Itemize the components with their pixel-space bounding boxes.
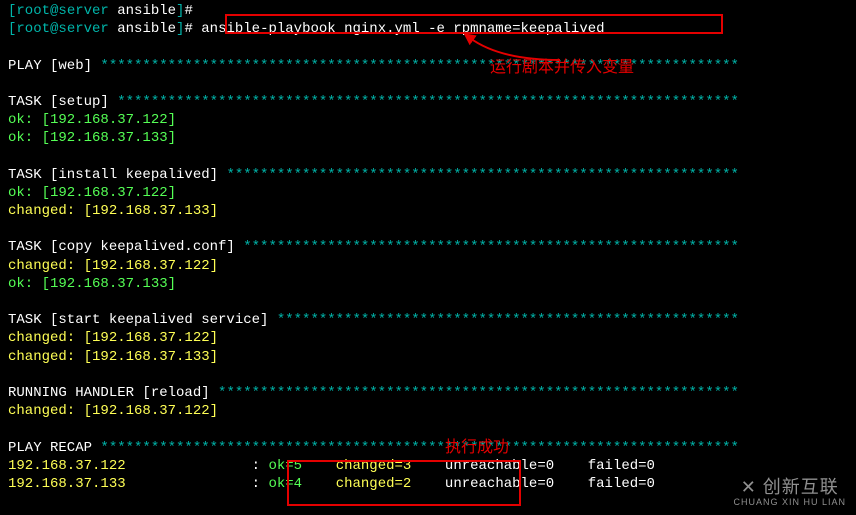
command-text: ansible-playbook nginx.yml -e rpmname=ke… [193,21,605,37]
prompt-hash: # [184,21,192,37]
handler-result-1: changed: [192.168.37.122] [8,402,848,420]
task-setup-result-2: ok: [192.168.37.133] [8,129,848,147]
play-header: PLAY [web] *****************************… [8,57,848,75]
prompt-line-truncated: [root@server ansible]# [8,2,848,20]
task-start-result-2: changed: [192.168.37.133] [8,348,848,366]
watermark-sub: CHUANG XIN HU LIAN [733,497,846,509]
user-host: root@server [16,21,108,37]
task-start-result-1: changed: [192.168.37.122] [8,329,848,347]
task-copy-result-2: ok: [192.168.37.133] [8,275,848,293]
task-install-result-2: changed: [192.168.37.133] [8,202,848,220]
recap-row-2: 192.168.37.133 : ok=4 changed=2 unreacha… [8,475,848,493]
recap-row-1: 192.168.37.122 : ok=5 changed=3 unreacha… [8,457,848,475]
cwd: ansible [117,21,176,37]
task-start-header: TASK [start keepalived service] ********… [8,311,848,329]
task-install-header: TASK [install keepalived] **************… [8,166,848,184]
task-setup-header: TASK [setup] ***************************… [8,93,848,111]
task-setup-result-1: ok: [192.168.37.122] [8,111,848,129]
prompt-line[interactable]: [root@server ansible]# ansible-playbook … [8,20,848,38]
handler-header: RUNNING HANDLER [reload] ***************… [8,384,848,402]
task-copy-result-1: changed: [192.168.37.122] [8,257,848,275]
task-install-result-1: ok: [192.168.37.122] [8,184,848,202]
task-copy-header: TASK [copy keepalived.conf] ************… [8,238,848,256]
recap-header: PLAY RECAP *****************************… [8,439,848,457]
